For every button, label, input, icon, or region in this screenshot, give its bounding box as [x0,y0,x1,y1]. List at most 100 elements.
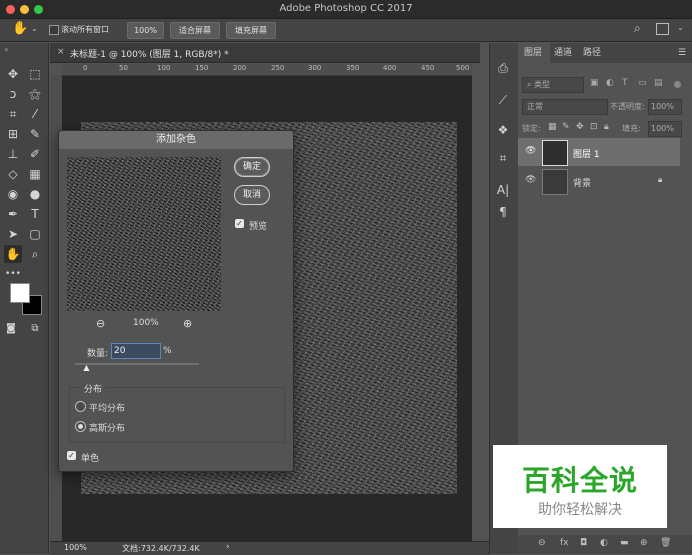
paragraph-panel-icon[interactable]: ¶ [494,203,512,221]
history-panel-icon[interactable]: ⎙ [494,59,512,77]
path-select-tool-icon[interactable]: ➤ [4,225,22,243]
history-brush-tool-icon[interactable]: ✐ [26,145,44,163]
gaussian-label: 高斯分布 [89,424,126,434]
preview-label: 预览 [249,222,268,232]
filter-type-icon[interactable]: T [622,78,628,88]
add-mask-icon[interactable]: ◘ [580,538,587,548]
delete-layer-icon[interactable]: 🗑︎ [660,538,671,548]
quick-mask-icon[interactable]: ◙ [2,320,20,338]
zoom-tool-icon[interactable]: ⌕ [26,245,44,263]
filter-kind-select[interactable]: ⌕ 类型 [522,77,584,93]
collapse-icon[interactable]: » [4,45,9,54]
workspace-icon[interactable] [656,23,669,35]
preview-checkbox[interactable]: ✓ [235,219,244,228]
brush-tool-icon[interactable]: ✎ [26,125,44,143]
lock-transparent-icon[interactable]: ▦ [548,122,557,132]
monochromatic-checkbox[interactable]: ✓ [67,451,76,460]
screen-mode-icon[interactable]: ⧉ [26,320,44,338]
adjustment-layer-icon[interactable]: ◐ [600,538,608,548]
ruler-tick: 150 [195,64,209,72]
filter-adjust-icon[interactable]: ◐ [606,78,614,88]
workspace-chevron-icon[interactable]: ⌄ [677,23,684,32]
chevron-down-icon[interactable]: ⌄ [31,24,38,33]
dodge-tool-icon[interactable]: ● [26,185,44,203]
fill-input[interactable]: 100% [648,121,682,137]
ruler-tick: 0 [83,64,88,72]
zoom-100-button[interactable]: 100% [127,22,164,39]
hand-tool-icon[interactable]: ✋ [12,21,28,36]
amount-input[interactable]: 20 [111,343,161,359]
panel-menu-icon[interactable]: ☰ [678,43,686,63]
status-zoom[interactable]: 100% [64,543,87,552]
type-tool-icon[interactable]: T [26,205,44,223]
layer-row-background[interactable]: 👁︎ 背景 🔒︎ [518,167,680,195]
filter-row: ⌕ 类型 ▣ ◐ T ▭ ▤ [518,77,692,93]
new-group-icon[interactable]: ▬ [620,538,629,548]
move-tool-icon[interactable]: ✥ [4,65,22,83]
layer-name[interactable]: 图层 1 [573,147,600,160]
ruler-tick: 450 [421,64,435,72]
status-menu-arrow-icon[interactable]: › [226,542,230,552]
gaussian-radio[interactable] [75,421,86,432]
ok-button[interactable]: 确定 [234,157,270,177]
filter-kind-label: 类型 [534,80,551,89]
document-tab[interactable]: 未标题-1 @ 100% (图层 1, RGB/8*) * [70,47,229,60]
filter-shape-icon[interactable]: ▭ [638,78,647,88]
eyedropper-tool-icon[interactable]: ⁄ [26,105,44,123]
filter-smart-icon[interactable]: ▤ [654,78,663,88]
character-panel-icon[interactable]: A| [494,181,512,199]
amount-slider-track[interactable] [75,363,199,365]
lock-artboard-icon[interactable]: ⊡ [590,122,598,132]
filter-toggle[interactable] [674,81,681,88]
eye-icon[interactable]: 👁︎ [525,146,536,156]
rectangle-tool-icon[interactable]: ▢ [26,225,44,243]
stamp-tool-icon[interactable]: ⊥ [4,145,22,163]
opacity-input[interactable]: 100% [648,99,682,115]
search-icon[interactable]: ⌕ [634,21,641,36]
marquee-tool-icon[interactable]: ⬚ [26,65,44,83]
close-tab-icon[interactable]: × [57,47,65,57]
crop-tool-icon[interactable]: ⌗ [4,105,22,123]
properties-panel-icon[interactable]: ⌗ [494,149,512,167]
layer-name[interactable]: 背景 [573,176,591,189]
more-tools-icon[interactable]: ••• [4,265,22,283]
tab-channels[interactable]: 通道 [554,43,572,63]
fill-screen-button[interactable]: 填充屏幕 [226,22,276,39]
libraries-panel-icon[interactable]: ❖ [494,121,512,139]
new-layer-icon[interactable]: ⊕ [640,538,648,548]
magic-wand-tool-icon[interactable]: ⚝ [26,85,44,103]
blend-mode-select[interactable]: 正常 [522,99,608,115]
distribution-label: 分布 [81,382,106,395]
healing-tool-icon[interactable]: ⊞ [4,125,22,143]
zoom-out-icon[interactable]: ⊖ [96,317,105,330]
lock-all-icon[interactable]: 🔒︎ [604,122,609,132]
lock-image-icon[interactable]: ✎ [562,122,570,132]
ruler-tick: 350 [346,64,360,72]
tab-paths[interactable]: 路径 [583,43,601,63]
lock-position-icon[interactable]: ✥ [576,122,584,132]
uniform-radio[interactable] [75,401,86,412]
zoom-in-icon[interactable]: ⊕ [183,317,192,330]
tab-layers[interactable]: 图层 [524,43,542,63]
distribution-group [69,387,285,443]
foreground-color-swatch[interactable] [10,283,30,303]
adjustments-panel-icon[interactable]: ⟋ [494,91,512,109]
noise-preview[interactable] [67,157,221,311]
scroll-all-windows-checkbox[interactable] [49,25,59,35]
hand-tool-active-icon[interactable]: ✋ [4,245,22,263]
eraser-tool-icon[interactable]: ◇ [4,165,22,183]
layer-row-layer1[interactable]: 👁︎ 图层 1 [518,138,680,166]
fx-icon[interactable]: fx [560,538,569,548]
eye-icon[interactable]: 👁︎ [525,175,536,185]
layer-thumbnail [542,169,568,195]
amount-slider-thumb[interactable]: ▲ [83,364,89,372]
lock-icon: 🔒︎ [658,175,663,184]
blur-tool-icon[interactable]: ◉ [4,185,22,203]
filter-pixel-icon[interactable]: ▣ [590,78,599,88]
lasso-tool-icon[interactable]: ↄ [4,85,22,103]
gradient-tool-icon[interactable]: ▦ [26,165,44,183]
pen-tool-icon[interactable]: ✒ [4,205,22,223]
cancel-button[interactable]: 取消 [234,185,270,205]
link-layers-icon[interactable]: ⊖ [538,538,546,548]
fit-screen-button[interactable]: 适合屏幕 [170,22,220,39]
